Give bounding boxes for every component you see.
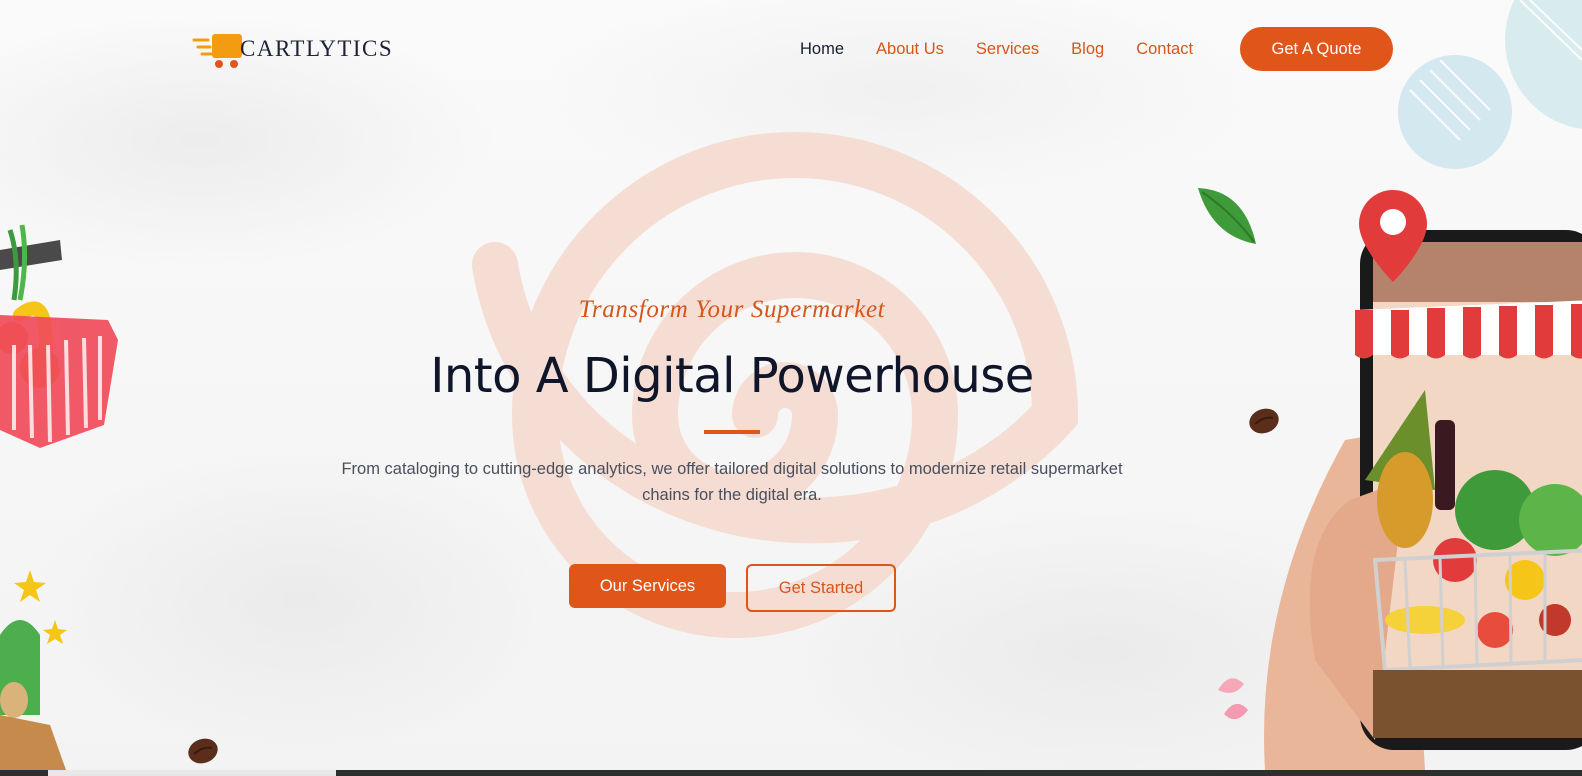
- headline-divider: [704, 430, 760, 434]
- hero-eyebrow: Transform Your Supermarket: [578, 296, 886, 323]
- star-sparkle-icon: [14, 570, 46, 602]
- main-nav: Home About Us Services Blog Contact: [800, 28, 1225, 70]
- nav-home[interactable]: Home: [800, 40, 844, 59]
- nav-services[interactable]: Services: [976, 40, 1039, 59]
- petal-decoration: [1218, 678, 1248, 720]
- site-header: CARTLYTICS Home About Us Services Blog C…: [0, 0, 1582, 98]
- nav-contact[interactable]: Contact: [1136, 40, 1193, 59]
- coffee-bean-icon: [1249, 408, 1279, 434]
- get-started-button[interactable]: Get Started: [746, 564, 896, 612]
- leaf-icon: [1198, 188, 1256, 244]
- phone-storefront-illustration: [1264, 190, 1582, 770]
- get-a-quote-button[interactable]: Get A Quote: [1240, 27, 1393, 71]
- our-services-button[interactable]: Our Services: [569, 564, 726, 608]
- bottom-section-segment: [48, 770, 336, 776]
- nav-about-us[interactable]: About Us: [876, 40, 944, 59]
- coffee-bean-icon-bottom: [188, 738, 218, 764]
- hero-headline: Into A Digital Powerhouse: [430, 348, 1034, 404]
- grocery-basket-illustration: [0, 224, 118, 448]
- logo-text: CARTLYTICS: [240, 36, 394, 61]
- hero-description: From cataloging to cutting-edge analytic…: [341, 460, 1123, 504]
- logo[interactable]: CARTLYTICS: [192, 28, 393, 70]
- nav-blog[interactable]: Blog: [1071, 40, 1104, 59]
- spiral-decoration: [472, 132, 1079, 638]
- produce-box-illustration: [0, 570, 67, 770]
- bottom-section-edge: [0, 770, 1582, 776]
